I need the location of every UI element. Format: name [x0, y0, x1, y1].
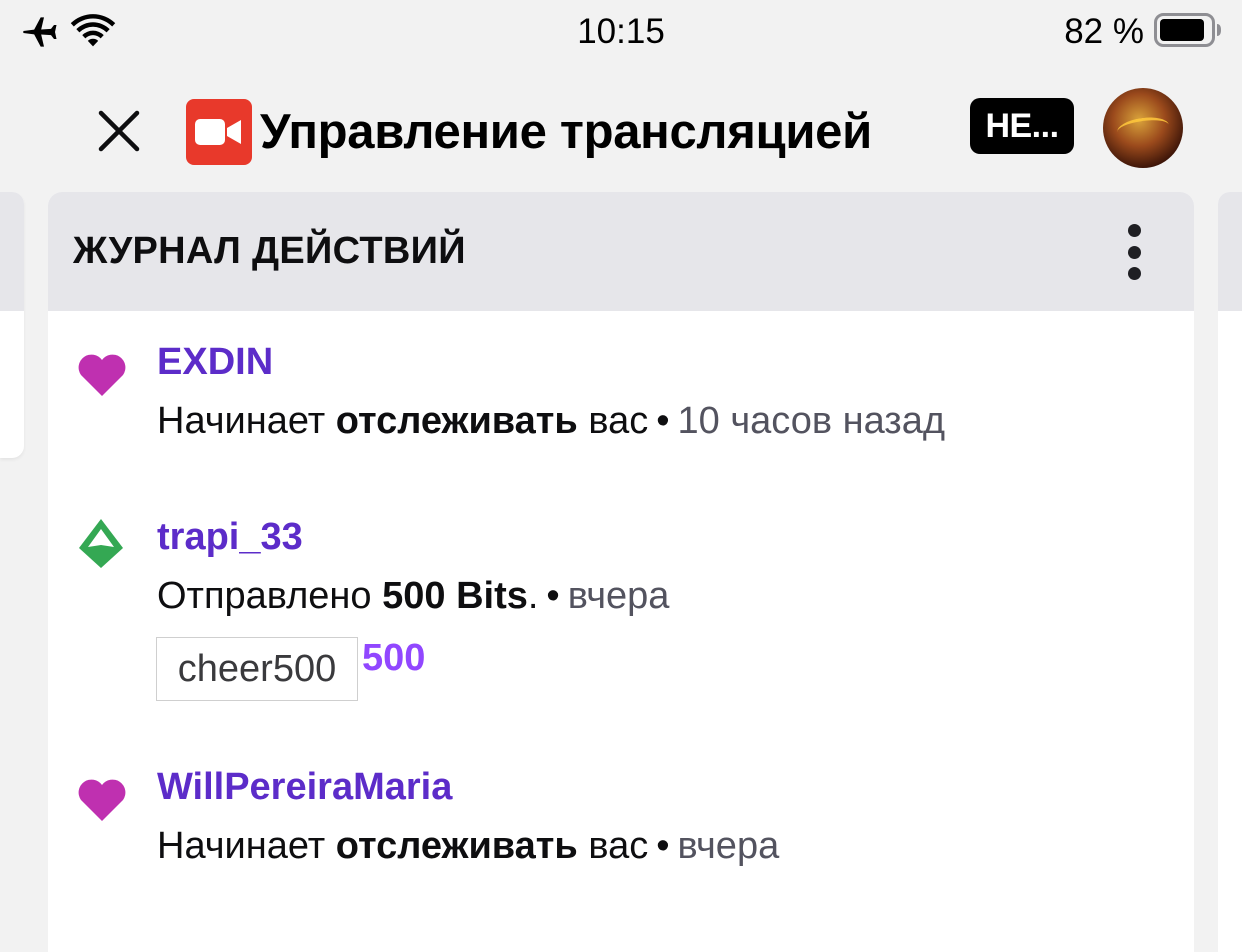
activity-text: вас — [577, 400, 649, 442]
activity-description: Отправлено 500 Bits. • вчера — [157, 575, 669, 618]
activity-username[interactable]: trapi_33 — [157, 516, 303, 559]
activity-description: Начинает отслеживать вас • вчера — [157, 825, 779, 868]
activity-username[interactable]: EXDIN — [157, 341, 273, 384]
activity-username[interactable]: WillPereiraMaria — [157, 766, 452, 809]
close-button[interactable] — [96, 108, 142, 154]
heart-icon — [76, 352, 128, 403]
separator: • — [656, 400, 670, 442]
activity-text: Отправлено — [157, 575, 383, 617]
bits-gem-icon — [76, 517, 126, 576]
adjacent-card-right[interactable] — [1218, 192, 1242, 952]
separator: • — [656, 825, 670, 867]
activity-text-bold: 500 Bits — [382, 575, 528, 617]
cheer-amount: 500 — [362, 637, 426, 679]
activity-item-follow: WillPereiraMaria Начинает отслеживать ва… — [48, 752, 1194, 872]
more-options-button[interactable] — [1114, 220, 1154, 284]
close-icon — [98, 110, 140, 152]
activity-description: Начинает отслеживать вас • 10 часов назад — [157, 400, 945, 443]
activity-timestamp: вчера — [567, 575, 670, 617]
battery-icon — [1154, 12, 1222, 52]
activity-text-bold: отслеживать — [335, 400, 578, 442]
avatar[interactable] — [1103, 88, 1183, 168]
activity-timestamp: вчера — [677, 825, 780, 867]
activity-item-follow: EXDIN Начинает отслеживать вас • 10 часов … — [48, 327, 1194, 447]
panel-header: ЖУРНАЛ ДЕЙСТВИЙ — [48, 192, 1194, 311]
activity-text: вас — [577, 825, 649, 867]
cheer-emote: cheer500 — [156, 637, 358, 701]
header-title-group: Управление трансляцией — [186, 92, 872, 172]
more-vertical-icon — [1127, 224, 1141, 237]
activity-text: Начинает — [157, 825, 336, 867]
app-header: Управление трансляцией НЕ... — [0, 82, 1242, 174]
activity-text: . — [527, 575, 539, 617]
activity-feed-panel: ЖУРНАЛ ДЕЙСТВИЙ EXDIN Начинает отслежива… — [48, 192, 1194, 952]
activity-text: Начинает — [157, 400, 336, 442]
camera-icon — [186, 99, 252, 165]
panel-title: ЖУРНАЛ ДЕЙСТВИЙ — [73, 230, 466, 272]
battery-percent: 82 % — [1064, 12, 1144, 51]
adjacent-card-left[interactable] — [0, 192, 24, 458]
activity-text-bold: отслеживать — [335, 825, 578, 867]
activity-timestamp: 10 часов назад — [677, 400, 946, 442]
page-title: Управление трансляцией — [260, 105, 872, 159]
status-right: 82 % — [1064, 12, 1222, 52]
separator: • — [546, 575, 560, 617]
activity-item-bits: trapi_33 Отправлено 500 Bits. • вчера chee… — [48, 502, 1194, 712]
adjacent-card-left-header — [0, 192, 24, 311]
status-time: 10:15 — [577, 12, 665, 51]
heart-icon — [76, 777, 128, 828]
status-bar: 10:15 82 % — [0, 0, 1242, 66]
status-badge[interactable]: НЕ... — [970, 98, 1074, 154]
adjacent-card-right-header — [1218, 192, 1242, 311]
